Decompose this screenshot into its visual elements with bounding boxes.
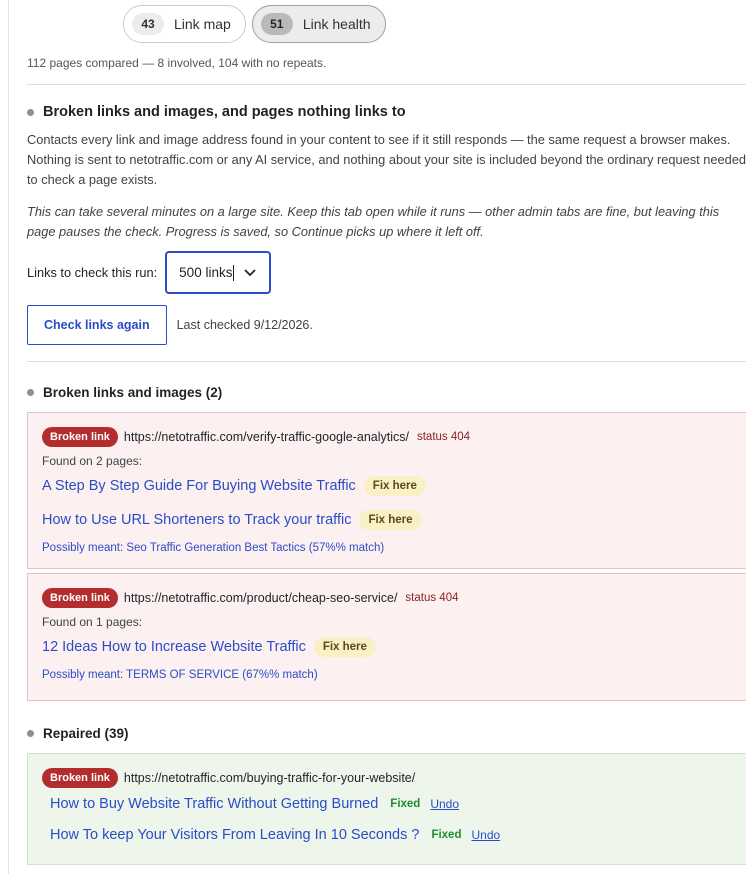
- repaired-link-header: Broken link https://netotraffic.com/buyi…: [42, 768, 415, 788]
- tab-count-badge: 51: [260, 13, 293, 35]
- run-size-value: 500 links: [179, 265, 233, 280]
- divider: [27, 84, 746, 85]
- repaired-section-title: Repaired (39): [43, 726, 129, 741]
- left-border: [8, 0, 9, 874]
- undo-link[interactable]: Undo: [471, 828, 500, 842]
- repaired-link-card: Broken link https://netotraffic.com/buyi…: [27, 753, 746, 865]
- list-item: A Step By Step Guide For Buying Website …: [42, 476, 426, 496]
- check-description: Contacts every link and image address fo…: [27, 132, 746, 187]
- broken-url: https://netotraffic.com/verify-traffic-g…: [123, 430, 409, 444]
- http-status: status 404: [416, 431, 471, 443]
- check-section-heading: Broken links and images, and pages nothi…: [27, 104, 406, 120]
- broken-section-title: Broken links and images (2): [43, 385, 223, 400]
- tab-link-map[interactable]: 43 Link map: [123, 5, 246, 43]
- check-links-button[interactable]: Check links again: [27, 305, 167, 345]
- repaired-section-heading: Repaired (39): [27, 726, 129, 741]
- last-checked-text: Last checked 9/12/2026.: [176, 318, 313, 332]
- run-size-label: Links to check this run:: [27, 265, 158, 280]
- list-item: 12 Ideas How to Increase Website Traffic…: [42, 637, 376, 657]
- comparison-summary: 112 pages compared — 8 involved, 104 wit…: [27, 56, 327, 70]
- page-link[interactable]: How to Use URL Shorteners to Track your …: [42, 512, 351, 528]
- broken-section-heading: Broken links and images (2): [27, 385, 222, 400]
- http-status: status 404: [405, 592, 459, 604]
- tab-count-badge: 43: [132, 13, 164, 35]
- found-on-text: Found on 1 pages:: [42, 615, 143, 629]
- run-size-row: Links to check this run: 500 links: [27, 251, 272, 294]
- broken-link-badge: Broken link: [42, 768, 118, 788]
- bullet-icon: [27, 730, 34, 737]
- fixed-status: Fixed: [431, 829, 462, 841]
- broken-link-header: Broken link https://netotraffic.com/prod…: [42, 588, 459, 608]
- broken-link-card: Broken link https://netotraffic.com/prod…: [27, 573, 746, 701]
- divider: [27, 361, 746, 362]
- fix-here-button[interactable]: Fix here: [363, 476, 426, 496]
- page-link[interactable]: A Step By Step Guide For Buying Website …: [42, 478, 356, 494]
- undo-link[interactable]: Undo: [430, 797, 459, 811]
- check-row: Check links again Last checked 9/12/2026…: [27, 305, 313, 345]
- run-size-select[interactable]: 500 links: [165, 251, 272, 294]
- chevron-down-icon: [244, 269, 256, 277]
- broken-link-badge: Broken link: [42, 427, 118, 447]
- broken-link-badge: Broken link: [42, 588, 118, 608]
- bullet-icon: [27, 108, 34, 116]
- list-item: How To keep Your Visitors From Leaving I…: [50, 827, 500, 843]
- suggestion-link[interactable]: Possibly meant: Seo Traffic Generation B…: [42, 542, 384, 554]
- suggestion-link[interactable]: Possibly meant: TERMS OF SERVICE (67%% m…: [42, 669, 318, 681]
- tab-bar: 43 Link map 51 Link health: [123, 5, 386, 43]
- fix-here-button[interactable]: Fix here: [359, 510, 422, 530]
- check-section-title: Broken links and images, and pages nothi…: [43, 104, 406, 120]
- text-cursor: [233, 264, 235, 281]
- bullet-icon: [27, 389, 34, 396]
- tab-label: Link map: [174, 16, 231, 32]
- list-item: How to Buy Website Traffic Without Getti…: [50, 796, 459, 812]
- broken-link-card: Broken link https://netotraffic.com/veri…: [27, 412, 746, 569]
- fix-here-button[interactable]: Fix here: [313, 637, 376, 657]
- tab-link-health[interactable]: 51 Link health: [251, 5, 386, 43]
- broken-link-header: Broken link https://netotraffic.com/veri…: [42, 427, 470, 447]
- found-on-text: Found on 2 pages:: [42, 454, 143, 468]
- page-link[interactable]: How to Buy Website Traffic Without Getti…: [50, 796, 378, 812]
- list-item: How to Use URL Shorteners to Track your …: [42, 510, 422, 530]
- check-note: This can take several minutes on a large…: [27, 204, 720, 239]
- page-link[interactable]: 12 Ideas How to Increase Website Traffic: [42, 639, 306, 655]
- tab-label: Link health: [302, 16, 371, 32]
- repaired-url: https://netotraffic.com/buying-traffic-f…: [123, 771, 416, 785]
- fixed-status: Fixed: [390, 798, 421, 810]
- page-link[interactable]: How To keep Your Visitors From Leaving I…: [50, 827, 419, 843]
- broken-url: https://netotraffic.com/product/cheap-se…: [123, 591, 398, 605]
